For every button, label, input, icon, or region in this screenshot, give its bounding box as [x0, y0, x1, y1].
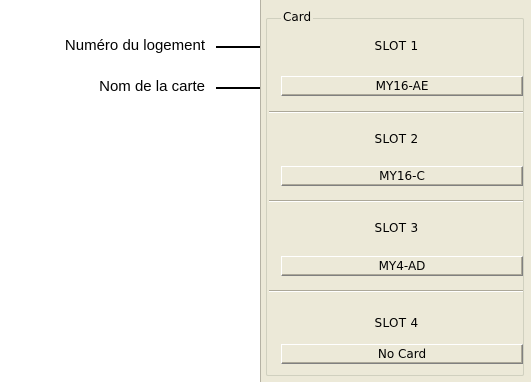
slot-4-title: SLOT 4 — [374, 316, 419, 330]
slot-1-card-name[interactable]: MY16-AE — [281, 76, 523, 96]
slot-separator — [269, 290, 523, 292]
slot-2-title: SLOT 2 — [374, 132, 419, 146]
slot-4-card-name[interactable]: No Card — [281, 344, 523, 364]
callout-card-name: Nom de la carte — [99, 78, 205, 95]
callout-slot-number: Numéro du logement — [64, 37, 205, 54]
slot-2-card-name[interactable]: MY16-C — [281, 166, 523, 186]
slot-1-title: SLOT 1 — [374, 39, 419, 53]
slot-separator — [269, 200, 523, 202]
card-group-label: Card — [281, 10, 314, 24]
slot-separator — [269, 111, 523, 113]
callout-slot-number-leader — [216, 46, 260, 48]
slot-3-title: SLOT 3 — [374, 221, 419, 235]
card-panel: Card SLOT 1 MY16-AE SLOT 2 MY16-C SLOT 3… — [260, 0, 531, 382]
slot-3-card-name[interactable]: MY4-AD — [281, 256, 523, 276]
